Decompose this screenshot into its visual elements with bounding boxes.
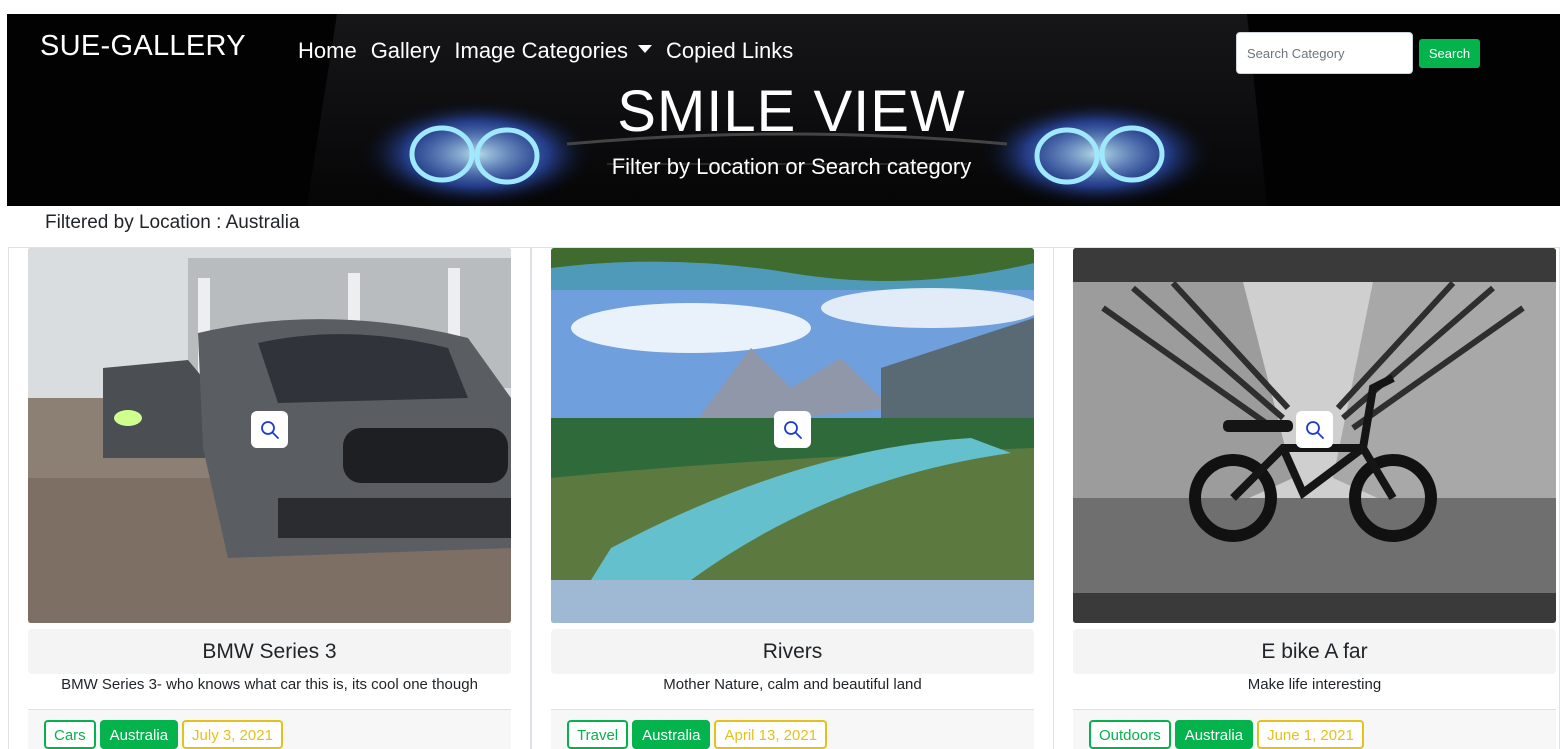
top-strip [0, 0, 1560, 14]
location-badge[interactable]: Australia [1174, 720, 1254, 749]
zoom-button[interactable] [251, 411, 288, 448]
card-title: Rivers [551, 629, 1034, 674]
card-image-ebike[interactable] [1073, 248, 1556, 623]
gallery-card: BMW Series 3 BMW Series 3- who knows wha… [8, 247, 531, 749]
main-nav: Home Gallery Image Categories Copied Lin… [298, 38, 793, 64]
category-badge[interactable]: Cars [44, 720, 96, 749]
location-badge[interactable]: Australia [632, 720, 711, 749]
hero-banner: SUE-GALLERY Home Gallery Image Categorie… [7, 14, 1560, 206]
nav-copied-links[interactable]: Copied Links [666, 38, 793, 64]
gallery-card: E bike A far Make life interesting Outdo… [1053, 247, 1560, 749]
date-badge: July 3, 2021 [182, 720, 283, 749]
category-badge[interactable]: Travel [567, 720, 629, 749]
card-title: BMW Series 3 [28, 629, 511, 674]
gallery-card: Rivers Mother Nature, calm and beautiful… [531, 247, 1054, 749]
nav-image-categories-label: Image Categories [454, 38, 629, 63]
nav-gallery[interactable]: Gallery [371, 38, 441, 64]
card-description: BMW Series 3- who knows what car this is… [61, 676, 478, 693]
card-footer: Travel Australia April 13, 2021 [551, 709, 1034, 749]
card-description: Mother Nature, calm and beautiful land [663, 676, 922, 693]
card-image-bmw[interactable] [28, 248, 511, 623]
card-title: E bike A far [1073, 629, 1556, 674]
filter-label: Filtered by Location : Australia [45, 212, 300, 233]
location-badge[interactable]: Australia [99, 720, 179, 749]
search-icon [783, 420, 802, 439]
zoom-button[interactable] [774, 411, 811, 448]
zoom-button[interactable] [1296, 411, 1333, 448]
search-input[interactable] [1236, 32, 1413, 74]
nav-image-categories[interactable]: Image Categories [454, 38, 653, 64]
hero-title: SMILE VIEW [617, 79, 966, 144]
date-badge: April 13, 2021 [714, 720, 828, 749]
brand-logo[interactable]: SUE-GALLERY [40, 30, 246, 63]
nav-home[interactable]: Home [298, 38, 357, 64]
caret-down-icon [638, 45, 653, 53]
category-badge[interactable]: Outdoors [1089, 720, 1171, 749]
search-button[interactable]: Search [1419, 39, 1480, 68]
card-description: Make life interesting [1247, 676, 1382, 693]
card-image-rivers[interactable] [551, 248, 1034, 623]
hero-subtitle: Filter by Location or Search category [611, 154, 972, 179]
search-icon [260, 420, 279, 439]
card-footer: Outdoors Australia June 1, 2021 [1073, 709, 1556, 749]
card-footer: Cars Australia July 3, 2021 [28, 709, 511, 749]
search-icon [1305, 420, 1324, 439]
date-badge: June 1, 2021 [1257, 720, 1364, 749]
